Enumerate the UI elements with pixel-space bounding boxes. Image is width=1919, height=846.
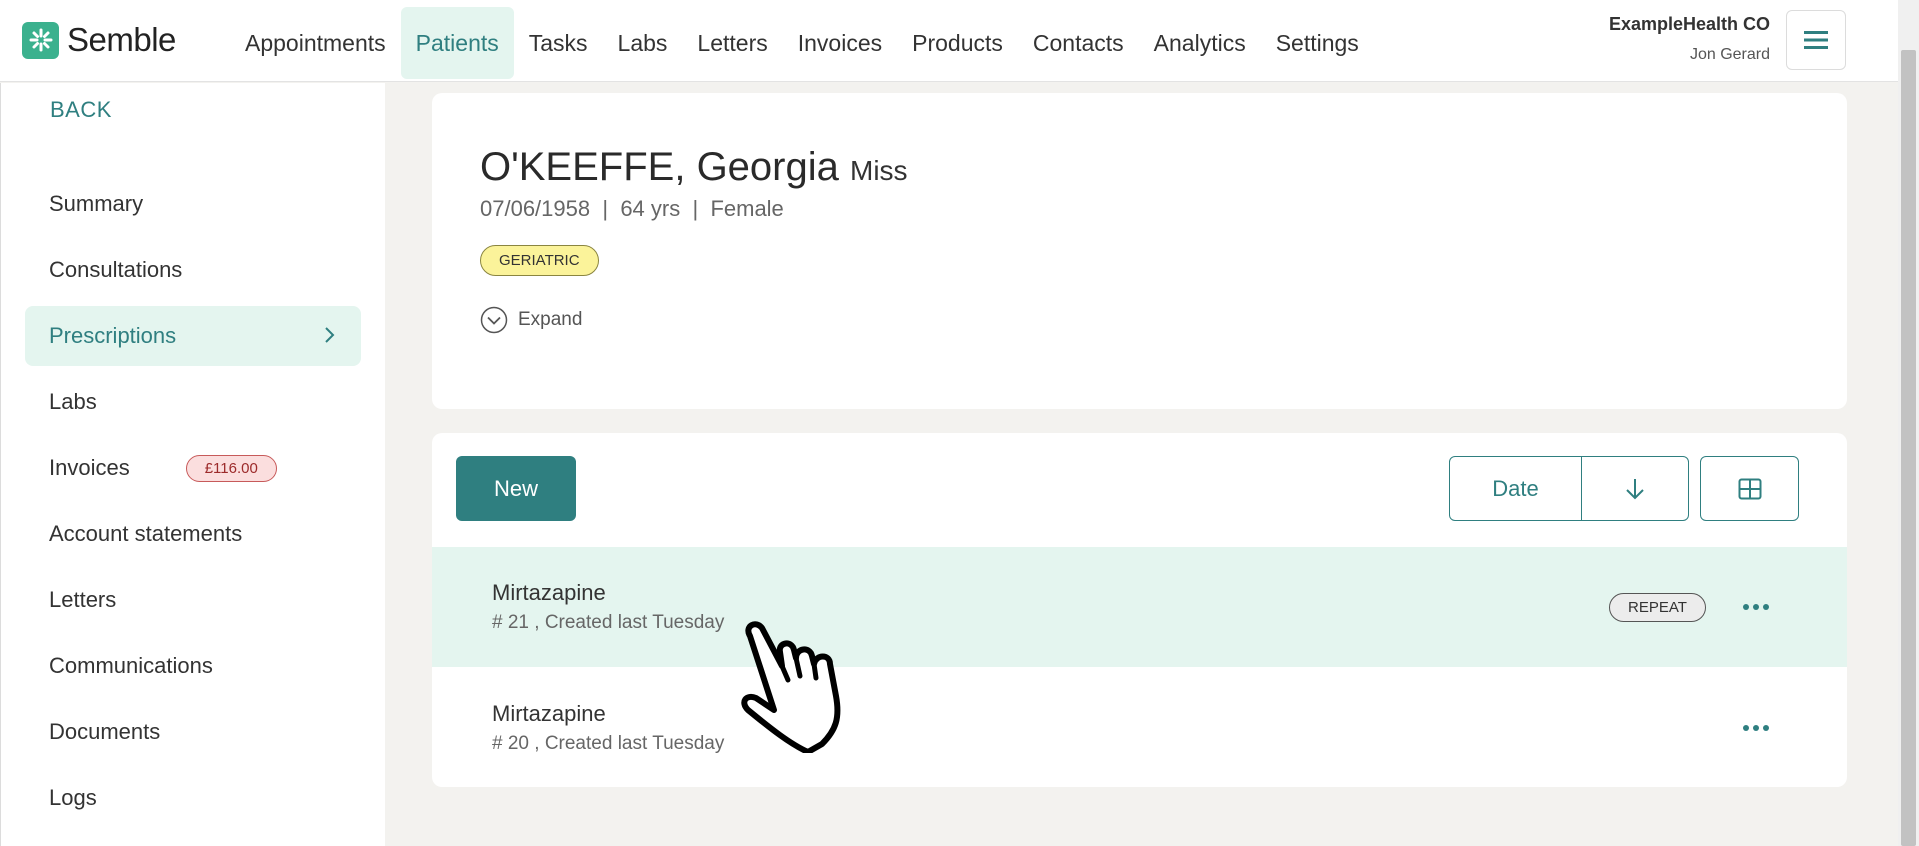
sidebar-item-label: Communications	[49, 653, 213, 678]
logo-text: Semble	[67, 21, 176, 58]
patient-title: Miss	[850, 155, 908, 186]
sidebar-item-account-statements[interactable]: Account statements	[25, 504, 361, 564]
nav-settings[interactable]: Settings	[1261, 7, 1374, 79]
sidebar-item-label: Labs	[49, 389, 97, 414]
prescription-meta: # 20 , Created last Tuesday	[492, 733, 725, 754]
sort-direction-button[interactable]	[1582, 457, 1688, 520]
logo-mark-icon	[22, 21, 59, 59]
prescription-name: Mirtazapine	[492, 580, 606, 605]
sidebar-item-label: Logs	[49, 785, 97, 810]
patient-sidebar: BACK Summary Consultations Prescriptions…	[0, 83, 385, 846]
sidebar-item-labs[interactable]: Labs	[25, 372, 361, 432]
nav-analytics[interactable]: Analytics	[1139, 7, 1261, 79]
nav-contacts[interactable]: Contacts	[1018, 7, 1139, 79]
sidebar-item-invoices[interactable]: Invoices £116.00	[25, 438, 361, 498]
sidebar-item-label: Consultations	[49, 257, 183, 282]
patient-tag-geriatric: GERIATRIC	[480, 245, 599, 276]
patient-sex: Female	[710, 196, 784, 221]
sidebar-item-label: Summary	[49, 191, 144, 216]
separator: |	[596, 196, 615, 221]
patient-demographics: 07/06/1958 | 64 yrs | Female	[480, 196, 784, 222]
sidebar-item-summary[interactable]: Summary	[25, 174, 361, 234]
nav-appointments[interactable]: Appointments	[230, 7, 401, 79]
sort-field-button[interactable]: Date	[1450, 457, 1582, 520]
more-options-icon[interactable]	[1742, 723, 1770, 733]
patient-dob: 07/06/1958	[480, 196, 591, 221]
new-prescription-button[interactable]: New	[456, 456, 576, 521]
hand-pointer-cursor-icon	[741, 621, 841, 753]
hamburger-icon	[1804, 31, 1828, 49]
semble-logo[interactable]: Semble	[22, 20, 176, 60]
sidebar-item-label: Account statements	[49, 521, 243, 546]
repeat-badge: REPEAT	[1609, 593, 1706, 622]
prescription-name: Mirtazapine	[492, 701, 606, 726]
main-nav: Appointments Patients Tasks Labs Letters…	[230, 0, 1374, 82]
scrollbar-thumb[interactable]	[1901, 50, 1916, 846]
patient-age: 64 yrs	[620, 196, 681, 221]
prescription-row[interactable]: Mirtazapine # 20 , Created last Tuesday	[432, 668, 1847, 787]
account-info[interactable]: ExampleHealth CO Jon Gerard	[1609, 14, 1770, 64]
view-toggle-button[interactable]	[1700, 456, 1799, 521]
top-navigation-bar: Semble Appointments Patients Tasks Labs …	[0, 0, 1898, 82]
nav-labs[interactable]: Labs	[603, 7, 683, 79]
nav-invoices[interactable]: Invoices	[783, 7, 897, 79]
account-user-name: Jon Gerard	[1689, 46, 1770, 63]
prescriptions-card: New Date Mirtazapine # 21 , Created last…	[432, 433, 1847, 787]
sidebar-item-label: Documents	[49, 719, 161, 744]
account-org-name: ExampleHealth CO	[1608, 14, 1770, 34]
sort-control: Date	[1449, 456, 1689, 521]
page-scrollbar[interactable]	[1898, 0, 1919, 846]
sidebar-item-label: Letters	[49, 587, 117, 612]
sidebar-item-communications[interactable]: Communications	[25, 636, 361, 696]
chevron-right-icon	[325, 327, 335, 343]
sidebar-item-prescriptions[interactable]: Prescriptions	[25, 306, 361, 366]
hamburger-menu-button[interactable]	[1786, 10, 1846, 70]
nav-tasks[interactable]: Tasks	[514, 7, 603, 79]
separator: |	[686, 196, 705, 221]
sidebar-item-letters[interactable]: Letters	[25, 570, 361, 630]
sidebar-item-documents[interactable]: Documents	[25, 702, 361, 762]
back-link[interactable]: BACK	[50, 97, 112, 123]
patient-name-heading: O'KEEFFE, Georgia Miss	[480, 145, 908, 190]
invoice-balance-badge: £116.00	[185, 454, 277, 482]
expand-button[interactable]: Expand	[480, 306, 582, 334]
nav-patients[interactable]: Patients	[400, 7, 514, 79]
grid-view-icon	[1738, 478, 1761, 499]
expand-label: Expand	[518, 309, 583, 330]
more-options-icon[interactable]	[1742, 602, 1770, 612]
chevron-down-circle-icon	[480, 306, 508, 334]
sidebar-item-logs[interactable]: Logs	[25, 768, 361, 828]
patient-name: O'KEEFFE, Georgia	[480, 145, 839, 189]
prescription-row[interactable]: Mirtazapine # 21 , Created last Tuesday …	[432, 547, 1847, 667]
prescription-meta: # 21 , Created last Tuesday	[492, 612, 725, 633]
patient-header-card: O'KEEFFE, Georgia Miss 07/06/1958 | 64 y…	[432, 93, 1847, 409]
sidebar-item-label: Prescriptions	[49, 323, 177, 348]
nav-products[interactable]: Products	[897, 7, 1018, 79]
nav-letters[interactable]: Letters	[682, 7, 782, 79]
sidebar-item-consultations[interactable]: Consultations	[25, 240, 361, 300]
sidebar-item-label: Invoices	[49, 455, 130, 480]
arrow-down-icon	[1626, 478, 1644, 499]
